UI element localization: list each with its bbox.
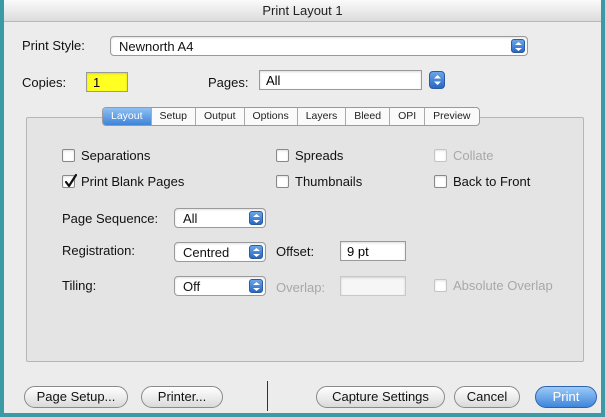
print-style-popup[interactable]: Newnorth A4: [110, 36, 528, 56]
tab-options[interactable]: Options: [245, 108, 298, 125]
spreads-label: Spreads: [295, 148, 344, 163]
tiling-value: Off: [183, 279, 201, 294]
tab-output[interactable]: Output: [196, 108, 245, 125]
back-to-front-checkbox[interactable]: Back to Front: [434, 174, 530, 189]
page-sequence-label: Page Sequence:: [62, 211, 159, 226]
absolute-overlap-label: Absolute Overlap: [453, 278, 553, 293]
overlap-field[interactable]: [340, 276, 406, 296]
overlap-label: Overlap:: [276, 280, 326, 295]
tab-layers[interactable]: Layers: [298, 108, 347, 125]
pages-popup-button[interactable]: [429, 71, 445, 89]
tab-bleed[interactable]: Bleed: [346, 108, 391, 125]
separations-checkbox[interactable]: Separations: [62, 148, 150, 163]
capture-settings-button[interactable]: Capture Settings: [316, 386, 445, 408]
tab-setup[interactable]: Setup: [152, 108, 196, 125]
checkbox-box: [276, 149, 289, 162]
registration-label: Registration:: [62, 243, 135, 258]
print-blank-pages-checkbox[interactable]: Print Blank Pages: [62, 173, 185, 189]
cancel-button[interactable]: Cancel: [454, 386, 520, 408]
pages-input[interactable]: [260, 71, 421, 89]
popup-arrows-icon: [249, 245, 263, 259]
checkbox-box: [434, 175, 447, 188]
print-dialog: Print Layout 1 Print Style: Newnorth A4 …: [0, 0, 605, 417]
pages-field[interactable]: [259, 70, 422, 90]
checkbox-box: [62, 149, 75, 162]
overlap-input[interactable]: [341, 277, 405, 295]
offset-label: Offset:: [276, 244, 315, 259]
checkbox-box: [62, 173, 78, 188]
checkbox-box: [276, 175, 289, 188]
print-style-value: Newnorth A4: [119, 39, 194, 54]
offset-input[interactable]: [341, 242, 405, 260]
thumbnails-label: Thumbnails: [295, 174, 363, 189]
absolute-overlap-checkbox[interactable]: Absolute Overlap: [434, 278, 553, 293]
button-divider: [267, 381, 268, 411]
separations-label: Separations: [81, 148, 151, 163]
checkmark-icon: [64, 173, 78, 188]
print-blank-pages-label: Print Blank Pages: [81, 174, 185, 189]
collate-label: Collate: [453, 148, 494, 163]
page-sequence-popup[interactable]: All: [174, 208, 266, 228]
checkbox-box: [434, 149, 447, 162]
collate-checkbox[interactable]: Collate: [434, 148, 493, 163]
tab-opi[interactable]: OPI: [390, 108, 426, 125]
registration-value: Centred: [183, 245, 230, 260]
print-button[interactable]: Print: [535, 386, 597, 408]
tiling-label: Tiling:: [62, 278, 97, 293]
spreads-checkbox[interactable]: Spreads: [276, 148, 343, 163]
print-style-label: Print Style:: [22, 38, 85, 53]
copies-field[interactable]: [86, 72, 128, 92]
copies-label: Copies:: [22, 75, 67, 90]
offset-field[interactable]: [340, 241, 406, 261]
popup-arrows-icon: [511, 39, 525, 53]
popup-arrows-icon: [249, 211, 263, 225]
back-to-front-label: Back to Front: [453, 174, 531, 189]
registration-popup[interactable]: Centred: [174, 242, 266, 262]
tab-bar: Layout Setup Output Options Layers Bleed…: [102, 107, 480, 126]
window-title: Print Layout 1: [4, 0, 601, 22]
copies-input[interactable]: [87, 73, 127, 91]
tab-layout[interactable]: Layout: [103, 108, 152, 125]
page-setup-button[interactable]: Page Setup...: [24, 386, 128, 408]
tiling-popup[interactable]: Off: [174, 276, 266, 296]
popup-arrows-icon: [249, 279, 263, 293]
printer-button[interactable]: Printer...: [141, 386, 223, 408]
tab-preview[interactable]: Preview: [425, 108, 478, 125]
checkbox-box: [434, 279, 447, 292]
pages-label: Pages:: [208, 75, 249, 90]
page-sequence-value: All: [183, 211, 198, 226]
thumbnails-checkbox[interactable]: Thumbnails: [276, 174, 362, 189]
